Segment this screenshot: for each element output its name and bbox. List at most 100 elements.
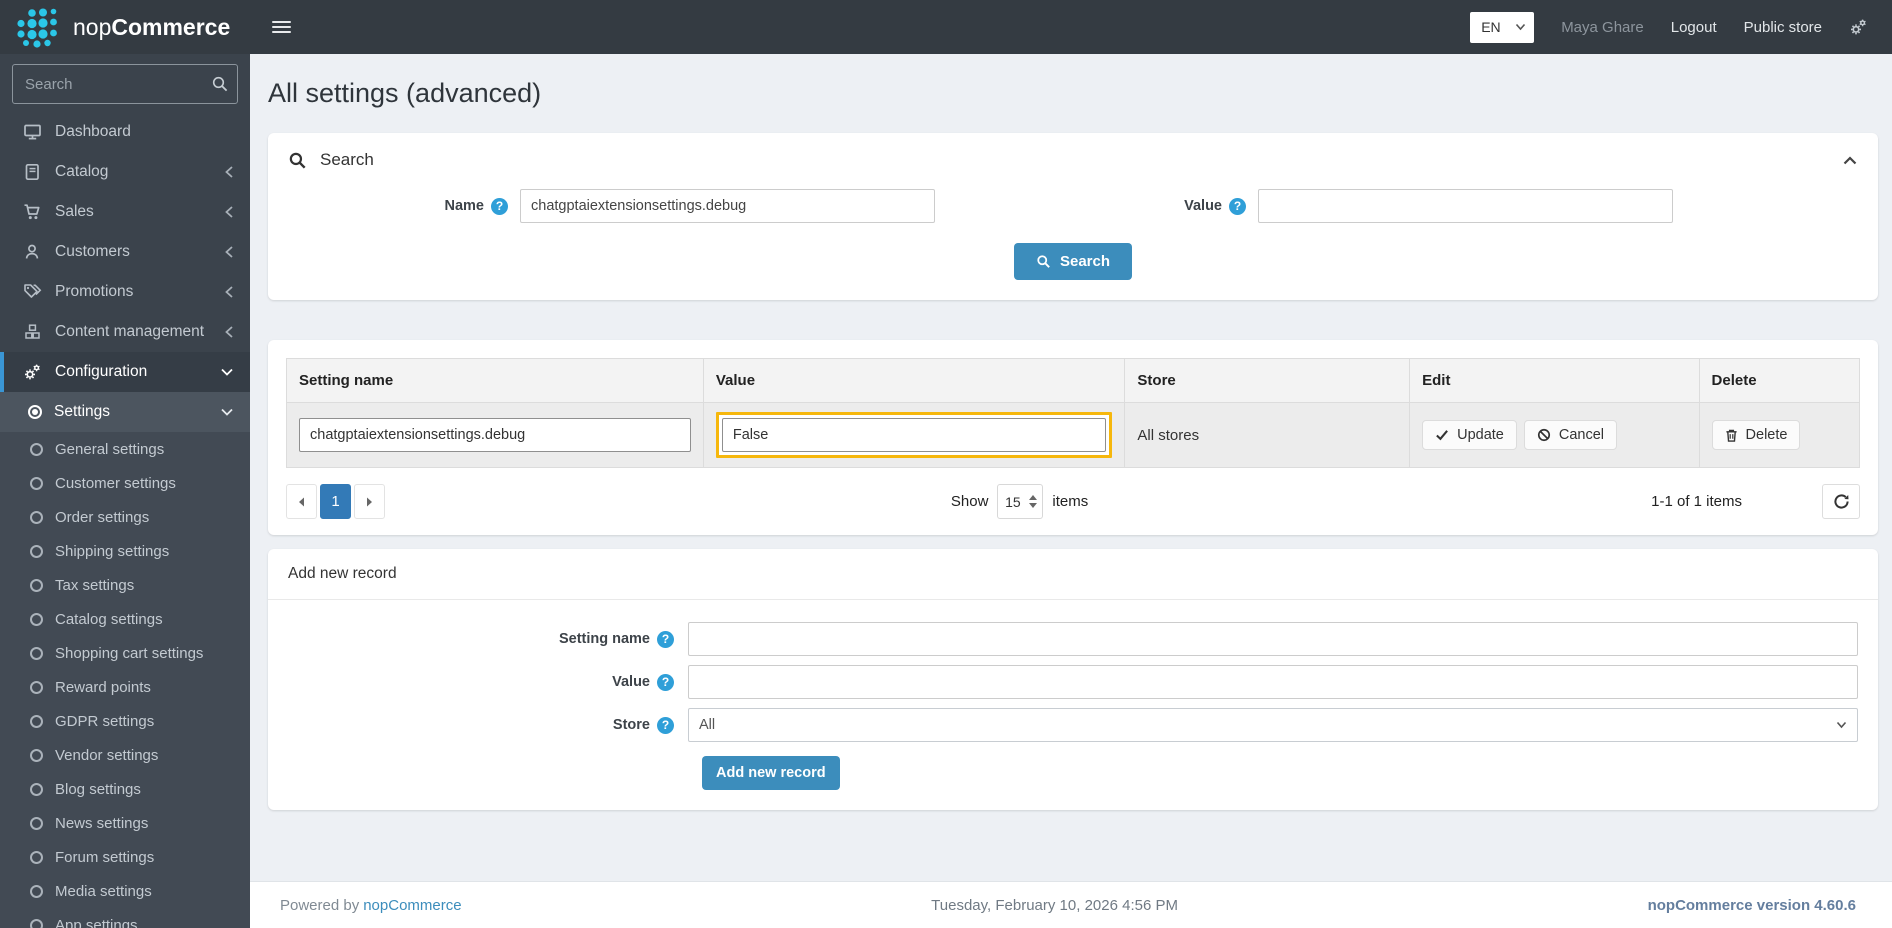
sidebar-item-tax-settings[interactable]: Tax settings [0, 568, 250, 602]
pager-previous-button[interactable] [286, 484, 317, 519]
sidebar-item-label: Media settings [55, 883, 152, 900]
gears-icon[interactable] [1849, 18, 1868, 37]
chevron-down-icon [1515, 23, 1526, 31]
cancel-button-label: Cancel [1559, 427, 1604, 443]
chevron-left-icon [224, 205, 234, 219]
sidebar-item-shipping-settings[interactable]: Shipping settings [0, 534, 250, 568]
collapse-chevron-up-icon[interactable] [1842, 155, 1858, 166]
stepper-arrows-icon[interactable] [1027, 495, 1042, 508]
name-label-group: Name [288, 198, 520, 215]
add-record-title: Add new record [268, 549, 1878, 600]
nopcommerce-link[interactable]: nopCommerce [363, 897, 461, 914]
sidebar-item-sales[interactable]: Sales [0, 192, 250, 232]
page-size-stepper[interactable]: 15 [997, 484, 1043, 519]
hamburger-menu-icon[interactable] [272, 21, 291, 33]
sidebar-item-news-settings[interactable]: News settings [0, 806, 250, 840]
delete-cell: Delete [1699, 403, 1859, 468]
sidebar-item-label: Customers [55, 243, 130, 261]
book-icon [22, 163, 42, 181]
sidebar-item-catalog[interactable]: Catalog [0, 152, 250, 192]
desktop-icon [22, 123, 42, 141]
setting-name-label: Setting name [559, 631, 650, 647]
row-setting-name-input[interactable] [299, 418, 691, 452]
add-setting-name-input[interactable] [688, 622, 1858, 656]
pager-next-button[interactable] [354, 484, 385, 519]
help-icon[interactable] [657, 717, 674, 734]
update-button-label: Update [1457, 427, 1504, 443]
sidebar-item-app-settings[interactable]: App settings [0, 908, 250, 928]
circle-icon [30, 851, 43, 864]
sidebar-item-promotions[interactable]: Promotions [0, 272, 250, 312]
page-title: All settings (advanced) [268, 78, 1878, 109]
dot-circle-icon [28, 405, 42, 419]
search-icon [211, 75, 229, 98]
search-button[interactable]: Search [1014, 243, 1132, 280]
help-icon[interactable] [657, 674, 674, 691]
table-header-row: Setting name Value Store Edit Delete [287, 359, 1860, 403]
settings-grid-panel: Setting name Value Store Edit Delete [268, 340, 1878, 535]
brand-logo[interactable]: nopCommerce [0, 0, 250, 54]
setting-name-cell [287, 403, 704, 468]
language-select[interactable]: EN [1470, 12, 1534, 43]
store-label: Store [613, 717, 650, 733]
search-panel-title: Search [320, 150, 374, 170]
logout-link[interactable]: Logout [1671, 19, 1717, 36]
settings-table: Setting name Value Store Edit Delete [286, 358, 1860, 468]
page-size-value: 15 [998, 494, 1027, 510]
main-column: EN Maya Ghare Logout Public store All se [250, 0, 1892, 928]
update-button[interactable]: Update [1422, 420, 1517, 450]
chevron-left-icon [224, 245, 234, 259]
sidebar-item-label: General settings [55, 441, 164, 458]
public-store-link[interactable]: Public store [1744, 19, 1822, 36]
refresh-button[interactable] [1822, 484, 1860, 519]
column-header-store: Store [1125, 359, 1410, 403]
sidebar-item-order-settings[interactable]: Order settings [0, 500, 250, 534]
sidebar-item-gdpr-settings[interactable]: GDPR settings [0, 704, 250, 738]
sidebar-item-configuration[interactable]: Configuration [0, 352, 250, 392]
sidebar-item-customers[interactable]: Customers [0, 232, 250, 272]
store-select[interactable]: All [688, 708, 1858, 742]
sidebar-item-reward-points[interactable]: Reward points [0, 670, 250, 704]
sidebar-item-customer-settings[interactable]: Customer settings [0, 466, 250, 500]
sidebar-item-label: Settings [54, 403, 110, 421]
brand-name: nopCommerce [73, 14, 230, 41]
search-icon [1036, 254, 1051, 269]
sidebar-item-label: Dashboard [55, 123, 131, 141]
pager: 1 Show 15 items 1-1 of 1 items [286, 484, 1860, 519]
cancel-button[interactable]: Cancel [1524, 420, 1617, 450]
sidebar-item-label: Order settings [55, 509, 149, 526]
sidebar-item-dashboard[interactable]: Dashboard [0, 112, 250, 152]
search-value-input[interactable] [1258, 189, 1673, 223]
app-window: nopCommerce Dashboard Catalog [0, 0, 1892, 928]
search-button-label: Search [1060, 253, 1110, 270]
sidebar-item-label: Content management [55, 323, 204, 341]
sidebar-search [12, 64, 238, 104]
sidebar-item-blog-settings[interactable]: Blog settings [0, 772, 250, 806]
sidebar-item-settings[interactable]: Settings [0, 392, 250, 432]
sidebar-item-forum-settings[interactable]: Forum settings [0, 840, 250, 874]
sidebar-item-vendor-settings[interactable]: Vendor settings [0, 738, 250, 772]
sidebar-item-media-settings[interactable]: Media settings [0, 874, 250, 908]
pager-page-1-button[interactable]: 1 [320, 484, 351, 519]
delete-button[interactable]: Delete [1712, 420, 1801, 450]
sidebar-search-input[interactable] [12, 64, 238, 104]
row-value-input[interactable] [722, 418, 1107, 452]
circle-icon [30, 681, 43, 694]
add-value-row: Value [288, 665, 1858, 699]
add-new-record-button[interactable]: Add new record [702, 756, 840, 790]
sidebar-item-general-settings[interactable]: General settings [0, 432, 250, 466]
store-cell: All stores [1125, 403, 1410, 468]
help-icon[interactable] [1229, 198, 1246, 215]
add-value-input[interactable] [688, 665, 1858, 699]
help-icon[interactable] [657, 631, 674, 648]
footer: Powered bynopCommerce Tuesday, February … [250, 881, 1892, 928]
sidebar-item-label: Catalog settings [55, 611, 163, 628]
sidebar-item-content-management[interactable]: Content management [0, 312, 250, 352]
chevron-down-icon [220, 367, 234, 377]
sidebar-item-shopping-cart-settings[interactable]: Shopping cart settings [0, 636, 250, 670]
sidebar-item-catalog-settings[interactable]: Catalog settings [0, 602, 250, 636]
search-name-input[interactable] [520, 189, 935, 223]
help-icon[interactable] [491, 198, 508, 215]
value-label-group: Value [288, 674, 688, 691]
column-header-delete: Delete [1699, 359, 1859, 403]
